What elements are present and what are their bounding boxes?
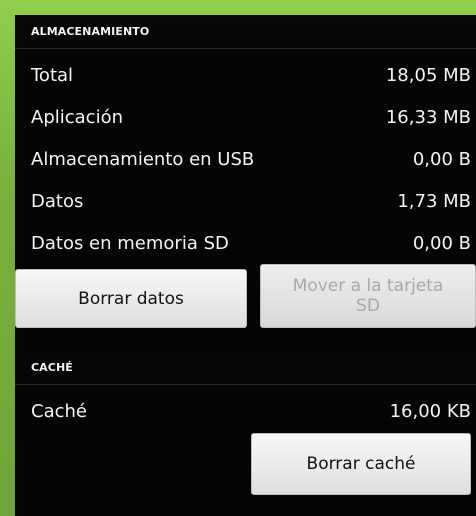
storage-row-label: Total [31, 64, 74, 86]
cache-section-header: CACHÉ [15, 351, 476, 385]
storage-row-data: Datos 1,73 MB [31, 183, 471, 219]
storage-row-value: 16,33 MB [385, 106, 471, 128]
storage-row-label: Datos [31, 190, 84, 212]
cache-row: Caché 16,00 KB [31, 393, 471, 429]
storage-row-sd-data: Datos en memoria SD 0,00 B [31, 225, 471, 261]
storage-row-application: Aplicación 16,33 MB [31, 99, 471, 135]
storage-row-value: 1,73 MB [397, 190, 471, 212]
cache-section-title: CACHÉ [31, 361, 73, 374]
storage-row-value: 18,05 MB [385, 64, 471, 86]
storage-row-label: Aplicación [31, 106, 123, 128]
clear-cache-button-label: Borrar caché [306, 454, 416, 474]
storage-row-label: Almacenamiento en USB [31, 148, 255, 170]
move-to-sd-button[interactable]: Mover a la tarjeta SD [260, 264, 476, 328]
storage-row-total: Total 18,05 MB [31, 57, 471, 93]
app-info-storage-screen: ALMACENAMIENTO Total 18,05 MB Aplicación… [15, 15, 476, 516]
storage-row-usb: Almacenamiento en USB 0,00 B [31, 141, 471, 177]
clear-data-button-label: Borrar datos [78, 288, 184, 309]
clear-data-button[interactable]: Borrar datos [15, 269, 247, 328]
cache-row-value: 16,00 KB [389, 400, 471, 422]
storage-row-value: 0,00 B [412, 232, 471, 254]
storage-row-label: Datos en memoria SD [31, 232, 229, 254]
clear-cache-button[interactable]: Borrar caché [251, 433, 471, 495]
storage-row-value: 0,00 B [412, 148, 471, 170]
storage-section-title: ALMACENAMIENTO [31, 25, 150, 38]
move-to-sd-button-label-line2: SD [356, 296, 380, 316]
move-to-sd-button-label-line1: Mover a la tarjeta [292, 276, 444, 296]
cache-row-label: Caché [31, 400, 87, 422]
storage-section-header: ALMACENAMIENTO [15, 15, 476, 49]
